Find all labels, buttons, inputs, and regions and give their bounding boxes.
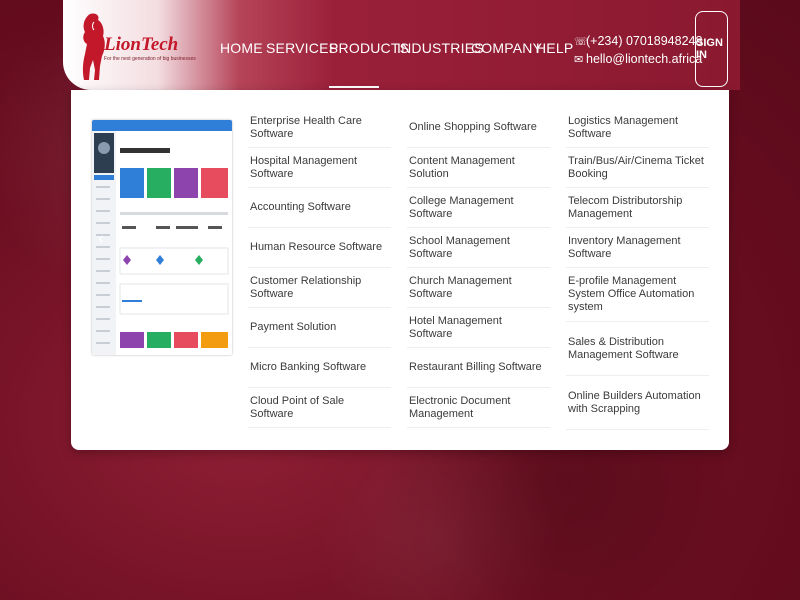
menu-item[interactable]: Inventory Management Software <box>566 228 709 268</box>
menu-item[interactable]: Payment Solution <box>248 308 391 348</box>
sign-in-button[interactable]: SIGN IN <box>695 11 728 87</box>
brand-tagline: For the next generation of big businesse… <box>104 56 196 62</box>
brand-logo[interactable]: LionTech For the next generation of big … <box>80 12 196 82</box>
contact-block: ☏(+234) 07018948248 ✉ hello@liontech.afri… <box>574 33 702 69</box>
menu-item[interactable]: College Management Software <box>407 188 550 228</box>
products-column-3: Logistics Management Software Train/Bus/… <box>566 108 709 430</box>
menu-item[interactable]: Restaurant Billing Software <box>407 348 550 388</box>
email-address: hello@liontech.africa <box>586 52 703 66</box>
envelope-icon: ✉ <box>574 54 584 66</box>
menu-item[interactable]: Train/Bus/Air/Cinema Ticket Booking <box>566 148 709 188</box>
products-column-1: Enterprise Health Care Software Hospital… <box>248 108 391 428</box>
menu-item[interactable]: Hotel Management Software <box>407 308 550 348</box>
menu-item[interactable]: Human Resource Software <box>248 228 391 268</box>
brand-name: LionTech <box>104 34 179 55</box>
carousel-next-icon[interactable]: › <box>215 230 229 250</box>
phone-row[interactable]: ☏(+234) 07018948248 <box>574 33 702 51</box>
nav-services[interactable]: SERVICES <box>266 40 338 56</box>
headset-icon: ☏ <box>574 36 588 48</box>
product-preview-image <box>92 120 232 355</box>
carousel-prev-icon[interactable]: ‹ <box>94 230 108 250</box>
nav-company[interactable]: COMPANY <box>471 40 542 56</box>
products-dropdown: ‹ › Enterprise Health Care Software Hosp… <box>71 90 729 450</box>
products-column-2: Online Shopping Software Content Managem… <box>407 108 550 428</box>
nav-home[interactable]: HOME <box>220 40 263 56</box>
menu-item[interactable]: Hospital Management Software <box>248 148 391 188</box>
menu-item[interactable]: Cloud Point of Sale Software <box>248 388 391 428</box>
menu-item[interactable]: Electronic Document Management <box>407 388 550 428</box>
menu-item[interactable]: Logistics Management Software <box>566 108 709 148</box>
menu-item[interactable]: Enterprise Health Care Software <box>248 108 391 148</box>
email-row[interactable]: ✉ hello@liontech.africa <box>574 51 702 69</box>
menu-item[interactable]: Accounting Software <box>248 188 391 228</box>
menu-item[interactable]: E-profile Management System Office Autom… <box>566 268 709 322</box>
nav-active-indicator <box>329 86 379 88</box>
menu-item[interactable]: Church Management Software <box>407 268 550 308</box>
menu-item[interactable]: Online Shopping Software <box>407 108 550 148</box>
menu-item[interactable]: Content Management Solution <box>407 148 550 188</box>
menu-item[interactable]: Telecom Distributorship Management <box>566 188 709 228</box>
nav-help[interactable]: HELP <box>536 40 573 56</box>
menu-item[interactable]: Micro Banking Software <box>248 348 391 388</box>
menu-item[interactable]: Online Builders Automation with Scrappin… <box>566 376 709 430</box>
menu-item[interactable]: School Management Software <box>407 228 550 268</box>
menu-item[interactable]: Sales & Distribution Management Software <box>566 322 709 376</box>
phone-number: (+234) 07018948248 <box>586 34 703 48</box>
menu-item[interactable]: Customer Relationship Software <box>248 268 391 308</box>
